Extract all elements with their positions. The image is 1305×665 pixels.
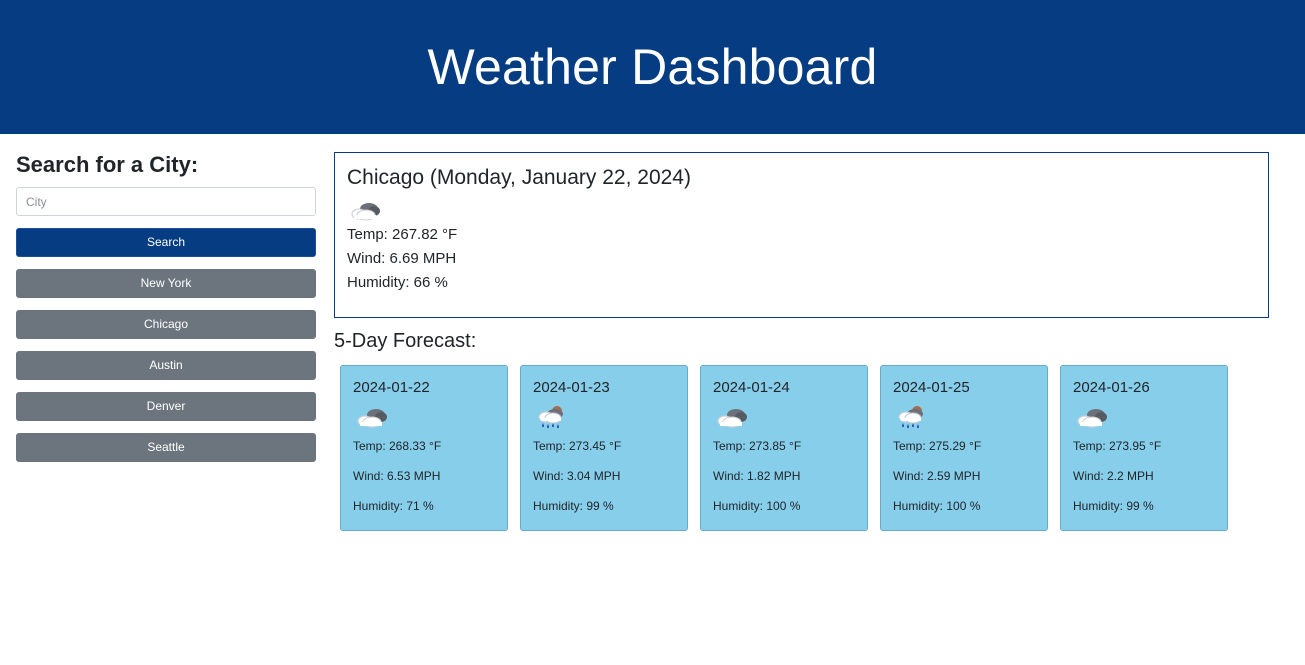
forecast-day-card: 2024-01-22 Temp: 268.33 °F Wind: 6.53 MPH…: [340, 365, 508, 531]
forecast-temp: Temp: 273.85 °F: [713, 439, 802, 453]
forecast-title: 5-Day Forecast:: [334, 330, 477, 352]
forecast-day-card: 2024-01-26 Temp: 273.95 °F Wind: 2.2 MPH H…: [1060, 365, 1228, 531]
forecast-wind: Wind: 2.2 MPH: [1073, 469, 1154, 483]
history-city-button[interactable]: Seattle: [16, 433, 316, 462]
current-temp: Temp: 267.82 °F: [347, 226, 458, 243]
forecast-temp: Temp: 273.95 °F: [1073, 439, 1162, 453]
city-search-input[interactable]: [16, 187, 316, 216]
forecast-wind: Wind: 6.53 MPH: [353, 469, 441, 483]
history-city-button[interactable]: Austin: [16, 351, 316, 380]
cloudy-icon: [713, 403, 855, 431]
history-city-button[interactable]: Denver: [16, 392, 316, 421]
forecast-temp: Temp: 275.29 °F: [893, 439, 982, 453]
search-heading: Search for a City:: [16, 152, 199, 177]
forecast-humidity: Humidity: 100 %: [893, 499, 981, 513]
main-layout: Search for a City: Search New York Chicag…: [0, 134, 1305, 531]
forecast-humidity: Humidity: 99 %: [533, 499, 614, 513]
forecast-date: 2024-01-26: [1073, 379, 1150, 396]
history-city-button[interactable]: Chicago: [16, 310, 316, 339]
forecast-date: 2024-01-25: [893, 379, 970, 396]
page-title: Weather Dashboard: [427, 39, 878, 95]
forecast-date: 2024-01-23: [533, 379, 610, 396]
page-header: Weather Dashboard: [0, 0, 1305, 134]
forecast-cards: 2024-01-22 Temp: 268.33 °F Wind: 6.53 MPH…: [334, 365, 1269, 531]
cloudy-night-icon: [347, 197, 1256, 223]
forecast-day-card: 2024-01-23 Temp: 273.45 °F Wind: 3.04 MPH…: [520, 365, 688, 531]
search-sidebar: Search for a City: Search New York Chicag…: [16, 152, 316, 531]
cloudy-icon: [1073, 403, 1215, 431]
forecast-wind: Wind: 2.59 MPH: [893, 469, 981, 483]
forecast-date: 2024-01-24: [713, 379, 790, 396]
forecast-temp: Temp: 268.33 °F: [353, 439, 442, 453]
weather-main: Chicago (Monday, January 22, 2024) Temp:…: [334, 152, 1269, 531]
current-weather-card: Chicago (Monday, January 22, 2024) Temp:…: [334, 152, 1269, 318]
current-wind: Wind: 6.69 MPH: [347, 250, 457, 267]
search-button[interactable]: Search: [16, 228, 316, 257]
forecast-date: 2024-01-22: [353, 379, 430, 396]
history-city-button[interactable]: New York: [16, 269, 316, 298]
rain-icon: [533, 403, 675, 431]
forecast-temp: Temp: 273.45 °F: [533, 439, 622, 453]
forecast-humidity: Humidity: 99 %: [1073, 499, 1154, 513]
current-city-title: Chicago (Monday, January 22, 2024): [347, 166, 691, 189]
search-history: New York Chicago Austin Denver Seattle: [16, 269, 316, 462]
rain-icon: [893, 403, 1035, 431]
forecast-wind: Wind: 1.82 MPH: [713, 469, 801, 483]
current-humidity: Humidity: 66 %: [347, 274, 448, 291]
cloudy-icon: [353, 403, 495, 431]
forecast-day-card: 2024-01-25 Temp: 275.29 °F Wind: 2.59 MPH…: [880, 365, 1048, 531]
forecast-humidity: Humidity: 100 %: [713, 499, 801, 513]
forecast-wind: Wind: 3.04 MPH: [533, 469, 621, 483]
forecast-humidity: Humidity: 71 %: [353, 499, 434, 513]
forecast-day-card: 2024-01-24 Temp: 273.85 °F Wind: 1.82 MPH…: [700, 365, 868, 531]
